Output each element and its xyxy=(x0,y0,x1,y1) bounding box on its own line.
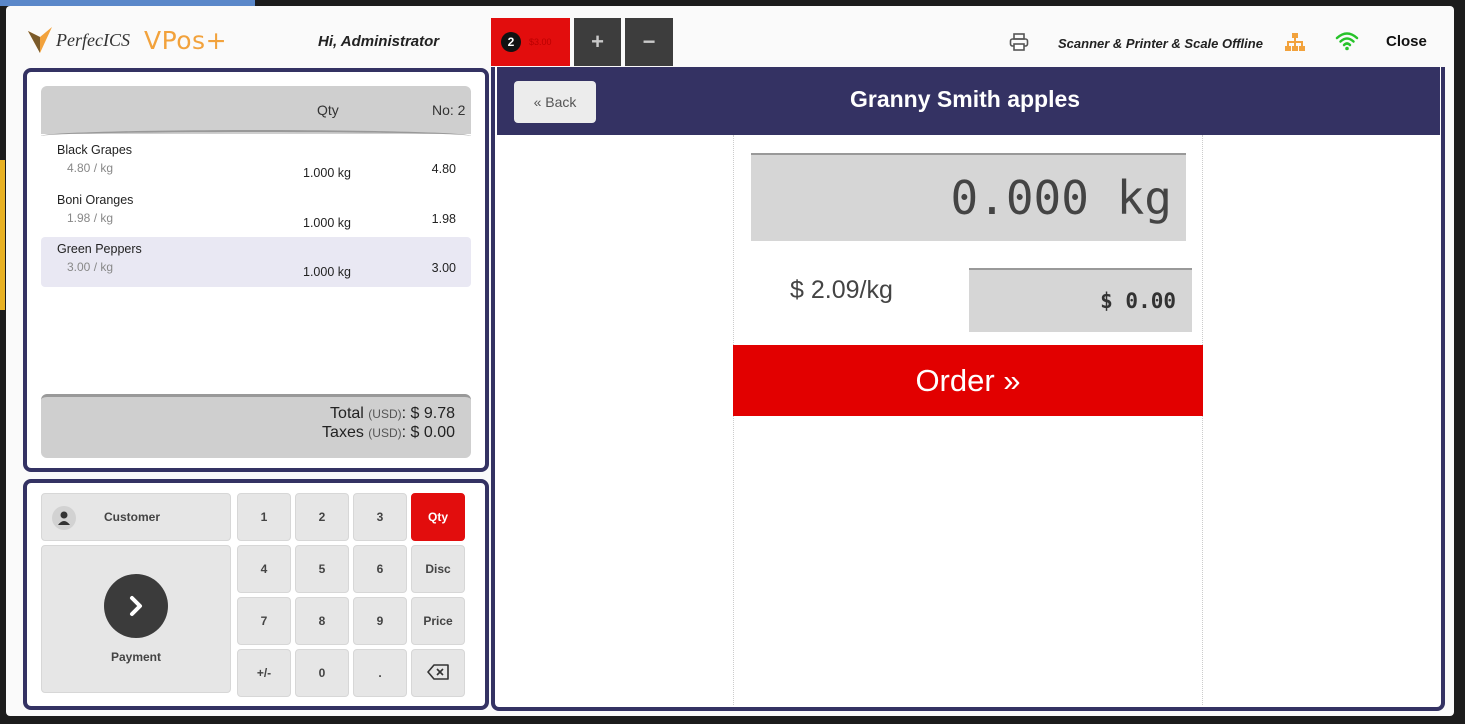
wifi-icon xyxy=(1335,30,1359,52)
cart-header: Qty No: 2 xyxy=(41,86,471,134)
cart-item-name: Boni Oranges xyxy=(57,192,134,207)
user-icon xyxy=(52,506,76,530)
customer-label: Customer xyxy=(104,510,161,524)
minus-icon: − xyxy=(642,29,656,54)
chevron-right-icon xyxy=(104,574,168,638)
user-greeting: Hi, Administrator xyxy=(318,33,440,50)
key-8[interactable]: 8 xyxy=(295,597,349,645)
payment-button[interactable]: Payment xyxy=(41,545,231,693)
key-price-mode[interactable]: Price xyxy=(411,597,465,645)
logo-text: PerfecICS xyxy=(56,29,130,50)
cart-item-count: No: 2 xyxy=(432,102,466,118)
taxes-line: Taxes (USD): $ 0.00 xyxy=(322,424,455,441)
amount-display: $ 0.00 xyxy=(969,268,1192,332)
cart-totals: Total (USD): $ 9.78 Taxes (USD): $ 0.00 xyxy=(41,394,471,458)
taxes-label: Taxes xyxy=(322,424,364,441)
add-order-button[interactable]: + xyxy=(574,18,621,66)
column-divider xyxy=(733,135,734,705)
total-line: Total (USD): $ 9.78 xyxy=(330,405,455,422)
cart-item-qty: 1.000 kg xyxy=(303,265,351,279)
cart-item-qty: 1.000 kg xyxy=(303,215,351,230)
unit-price: $ 2.09/kg xyxy=(790,276,893,304)
key-5[interactable]: 5 xyxy=(295,545,349,593)
key-9[interactable]: 9 xyxy=(353,597,407,645)
order-tab-amount: $3.00 xyxy=(529,37,552,47)
cart-item-price: 1.98 xyxy=(431,211,456,226)
backspace-icon xyxy=(427,663,449,683)
order-button[interactable]: Order » xyxy=(733,345,1203,416)
cart-item-price: 3.00 xyxy=(431,261,456,275)
close-button[interactable]: Close xyxy=(1386,33,1427,50)
key-qty-mode[interactable]: Qty xyxy=(411,493,465,541)
cart-item-name: Green Peppers xyxy=(57,242,142,256)
cart-item-unit-price: 1.98 / kg xyxy=(67,210,114,225)
cart-row-selected[interactable]: Green Peppers 3.00 / kg 1.000 kg 3.00 xyxy=(41,237,471,287)
cart-item-qty: 1.000 kg xyxy=(303,166,351,180)
remove-order-button[interactable]: − xyxy=(625,18,673,66)
printer-icon[interactable] xyxy=(1009,33,1029,51)
key-3[interactable]: 3 xyxy=(353,493,407,541)
total-currency: (USD) xyxy=(368,407,402,421)
key-decimal[interactable]: . xyxy=(353,649,407,697)
cart-column-qty: Qty xyxy=(317,102,339,118)
cart-row[interactable]: Black Grapes 4.80 / kg 1.000 kg 4.80 xyxy=(41,138,471,188)
tab-order-2[interactable]: 2 $3.00 xyxy=(491,18,570,66)
device-status-text: Scanner & Printer & Scale Offline xyxy=(1058,36,1263,51)
weight-display: 0.000 kg xyxy=(751,153,1186,241)
key-4[interactable]: 4 xyxy=(237,545,291,593)
cart-row[interactable]: Boni Oranges 1.98 / kg 1.000 kg 1.98 xyxy=(41,188,471,238)
taxes-currency: (USD) xyxy=(368,426,402,440)
logo-mark-icon xyxy=(26,25,54,55)
back-button[interactable]: « Back xyxy=(514,81,596,123)
backspace-button[interactable] xyxy=(411,649,465,697)
keypad-panel: Customer Payment 1 2 3 Qty 4 5 6 Disc 7 … xyxy=(23,479,489,710)
key-plus-minus[interactable]: +/- xyxy=(237,649,291,697)
payment-label: Payment xyxy=(110,650,162,664)
background-accent-yellow xyxy=(0,160,5,310)
plus-icon: + xyxy=(591,29,604,54)
app-logo: PerfecICS VPos+ xyxy=(26,20,227,60)
brand-name: VPos+ xyxy=(143,25,228,55)
total-label: Total xyxy=(330,405,364,422)
order-count-badge: 2 xyxy=(501,32,521,52)
cart-list: Black Grapes 4.80 / kg 1.000 kg 4.80 Bon… xyxy=(41,138,471,287)
customer-button[interactable]: Customer xyxy=(41,493,231,541)
key-disc-mode[interactable]: Disc xyxy=(411,545,465,593)
column-divider xyxy=(1202,135,1203,705)
cart-item-price: 4.80 xyxy=(431,162,456,176)
key-1[interactable]: 1 xyxy=(237,493,291,541)
taxes-value: $ 0.00 xyxy=(410,424,455,441)
cart-item-name: Black Grapes xyxy=(57,143,133,157)
key-7[interactable]: 7 xyxy=(237,597,291,645)
key-0[interactable]: 0 xyxy=(295,649,349,697)
key-2[interactable]: 2 xyxy=(295,493,349,541)
cart-item-unit-price: 4.80 / kg xyxy=(67,161,114,175)
total-value: $ 9.78 xyxy=(410,405,455,422)
network-icon xyxy=(1284,32,1306,52)
key-6[interactable]: 6 xyxy=(353,545,407,593)
cart-panel: Qty No: 2 Black Grapes 4.80 / kg 1.000 k… xyxy=(23,68,489,472)
cart-item-unit-price: 3.00 / kg xyxy=(67,260,114,274)
product-title: Granny Smith apples xyxy=(850,86,1081,112)
